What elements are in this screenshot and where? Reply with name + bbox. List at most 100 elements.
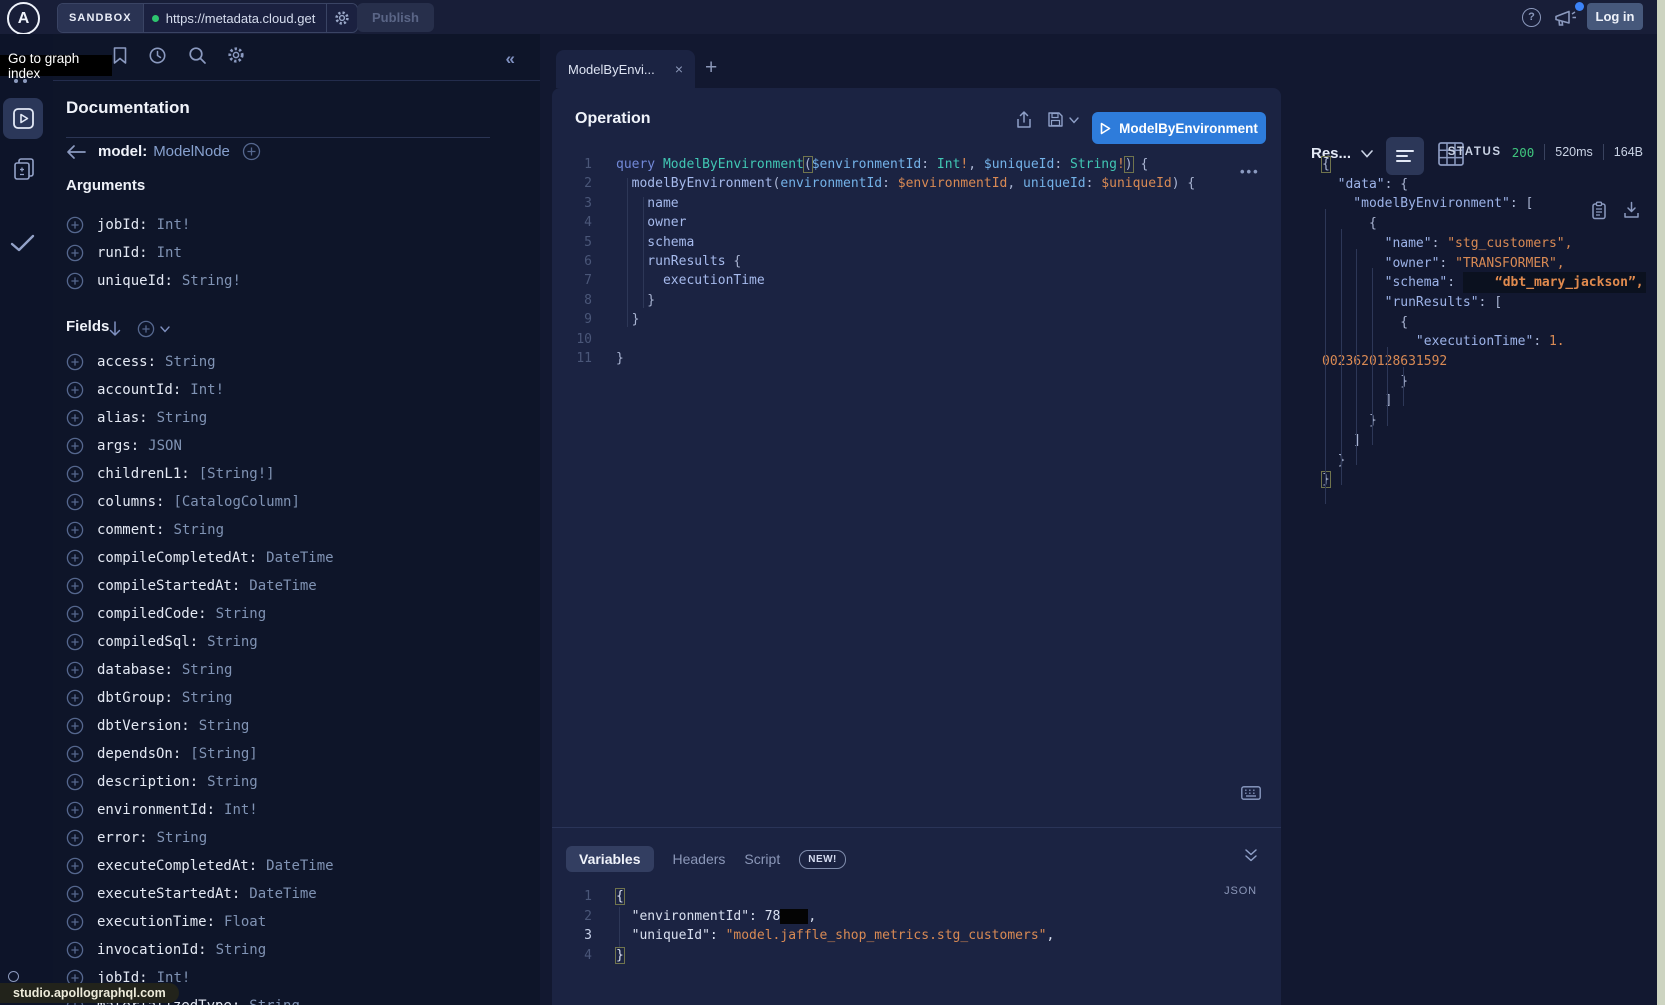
field-name: dependsOn [97,746,181,762]
field-type[interactable]: DateTime [266,858,333,874]
help-button[interactable]: ? [1522,8,1541,27]
doc-type-link[interactable]: ModelNode [153,143,230,160]
field-type[interactable]: String [173,522,224,538]
argument-type[interactable]: Int [157,245,182,261]
settings-gear-icon[interactable] [227,46,245,64]
field-type[interactable]: Int! [224,802,258,818]
field-name: executeStartedAt [97,886,240,902]
field-type[interactable]: [CatalogColumn] [173,494,299,510]
argument-type[interactable]: Int! [157,217,191,233]
publish-button[interactable]: Publish [357,3,434,32]
redacted-value [780,909,808,924]
tab-script[interactable]: Script [744,851,780,867]
add-field-icon[interactable] [66,577,84,595]
announcements-button[interactable] [1553,8,1577,28]
add-field-icon[interactable] [66,913,84,931]
field-type[interactable]: String [157,830,208,846]
code-line: { [1322,214,1646,234]
operation-tab[interactable]: ModelByEnvi... × [556,50,695,88]
add-field-icon[interactable] [66,941,84,959]
field-type[interactable]: [String] [190,746,257,762]
editor-overflow-menu[interactable]: ••• [1240,164,1260,179]
field-type[interactable]: Float [224,914,266,930]
field-type[interactable]: String [249,998,300,1005]
add-field-icon[interactable] [66,381,84,399]
field-type[interactable]: String [207,634,258,650]
add-field-icon[interactable] [66,521,84,539]
close-tab-icon[interactable]: × [675,61,683,77]
bookmark-icon[interactable] [112,46,128,65]
field-type[interactable]: String [199,718,250,734]
field-name: accountId [97,382,181,398]
field-row: dbtVersion String [66,712,526,740]
add-field-icon[interactable] [66,549,84,567]
add-argument-icon[interactable] [66,244,84,262]
operation-panel: Operation ModelByEnvironment ••• 1query [552,88,1281,1005]
tab-headers[interactable]: Headers [673,851,726,867]
indent-guide [619,907,620,947]
add-field-icon[interactable] [66,633,84,651]
history-icon[interactable] [148,46,167,65]
operation-editor[interactable]: 1query ModelByEnvironment($environmentId… [552,155,1195,368]
field-type[interactable]: DateTime [266,550,333,566]
field-type[interactable]: DateTime [249,578,316,594]
field-type[interactable]: String [182,662,233,678]
field-type[interactable]: String [165,354,216,370]
add-field-icon[interactable] [66,857,84,875]
response-json-view[interactable]: { "data": { "modelByEnvironment": [ { "n… [1322,155,1646,490]
add-field-icon[interactable] [66,689,84,707]
add-all-fields-button[interactable] [137,320,170,338]
add-field-icon[interactable] [66,437,84,455]
share-icon[interactable] [1016,111,1032,129]
endpoint-settings-button[interactable] [326,4,357,32]
endpoint-url-input[interactable]: https://metadata.cloud.get [144,4,326,32]
field-row: description String [66,768,526,796]
sort-arrow-icon[interactable] [109,321,121,337]
add-field-icon[interactable] [66,773,84,791]
field-type[interactable]: String [157,410,208,426]
variables-editor[interactable]: 1{2 "environmentId": 78,3 "uniqueId": "m… [552,887,1054,966]
run-operation-button[interactable]: ModelByEnvironment [1092,112,1266,144]
indent-guide [1372,268,1373,445]
add-argument-icon[interactable] [66,272,84,290]
search-icon[interactable] [188,46,207,65]
login-button[interactable]: Log in [1587,3,1643,30]
add-field-icon[interactable] [66,801,84,819]
add-field-icon[interactable] [66,885,84,903]
add-field-icon[interactable] [242,142,261,161]
apollo-logo[interactable]: A [7,2,40,35]
field-type[interactable]: JSON [148,438,182,454]
field-type[interactable]: String [216,606,267,622]
sidebar-item-schema[interactable] [12,157,37,181]
add-field-icon[interactable] [66,353,84,371]
save-options-chevron-icon[interactable] [1069,117,1079,124]
add-tab-button[interactable]: + [705,56,717,80]
field-type[interactable]: String [182,690,233,706]
save-icon[interactable] [1047,111,1064,128]
collapse-variables-icon[interactable] [1244,848,1258,863]
add-field-icon[interactable] [66,717,84,735]
argument-type[interactable]: String! [182,273,241,289]
add-field-icon[interactable] [66,661,84,679]
collapse-panel-icon[interactable]: « [506,49,513,69]
field-type[interactable]: Int! [190,382,224,398]
add-field-icon[interactable] [66,493,84,511]
add-field-icon[interactable] [66,465,84,483]
field-type[interactable]: String [216,942,267,958]
field-name: compileCompletedAt [97,550,257,566]
add-field-icon[interactable] [66,409,84,427]
field-type[interactable]: DateTime [249,886,316,902]
add-field-icon[interactable] [66,605,84,623]
partial-bottom-icon[interactable] [8,971,19,982]
sidebar-item-explorer[interactable] [3,98,43,139]
back-arrow-icon[interactable] [66,144,86,160]
keyboard-shortcuts-icon[interactable] [1241,786,1261,800]
add-argument-icon[interactable] [66,216,84,234]
sidebar-item-checks[interactable] [10,234,35,253]
add-field-icon[interactable] [66,829,84,847]
tab-variables[interactable]: Variables [566,846,654,872]
field-type[interactable]: [String!] [199,466,275,482]
field-type[interactable]: String [207,774,258,790]
code-line: "modelByEnvironment": [ [1322,194,1646,214]
add-field-icon[interactable] [66,745,84,763]
